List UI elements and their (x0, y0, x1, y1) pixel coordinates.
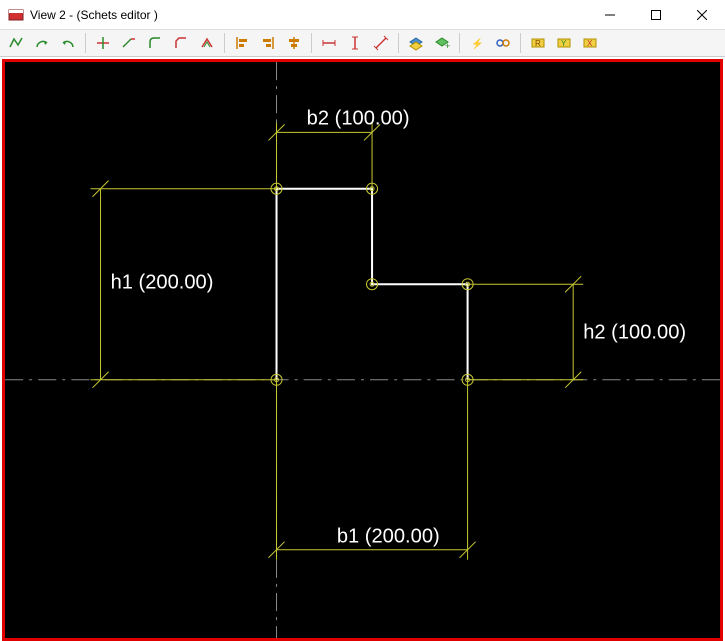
layer-add-icon[interactable]: + (430, 32, 454, 54)
param-link-icon[interactable] (491, 32, 515, 54)
offset-icon[interactable] (195, 32, 219, 54)
app-icon (8, 7, 24, 23)
toolbar: + ⚡ R Y X (0, 30, 725, 57)
align-left-icon[interactable] (230, 32, 254, 54)
sketch-canvas[interactable]: b2 (100.00) h1 (200.00) h2 (100.00) b1 (… (2, 59, 723, 641)
minimize-button[interactable] (587, 0, 633, 30)
toolbar-separator (311, 33, 312, 53)
param-icon[interactable]: ⚡ (465, 32, 489, 54)
dim-horizontal-icon[interactable] (317, 32, 341, 54)
toolbar-separator (398, 33, 399, 53)
window-title: View 2 - (Schets editor ) (30, 8, 587, 22)
dim-vertical-icon[interactable] (343, 32, 367, 54)
align-center-icon[interactable] (282, 32, 306, 54)
dimension-b2[interactable] (268, 122, 380, 188)
trim-icon[interactable] (91, 32, 115, 54)
maximize-button[interactable] (633, 0, 679, 30)
fillet-icon[interactable] (143, 32, 167, 54)
svg-text:R: R (535, 39, 541, 48)
tag-r-icon[interactable]: R (526, 32, 550, 54)
dimension-b1-label[interactable]: b1 (200.00) (337, 526, 440, 548)
align-right-icon[interactable] (256, 32, 280, 54)
svg-text:⚡: ⚡ (471, 37, 483, 50)
dim-aligned-icon[interactable] (369, 32, 393, 54)
extend-icon[interactable] (117, 32, 141, 54)
toolbar-separator (224, 33, 225, 53)
dimension-h2-label[interactable]: h2 (100.00) (583, 322, 686, 344)
dimension-b2-label[interactable]: b2 (100.00) (307, 107, 410, 129)
arc-cw-icon[interactable] (30, 32, 54, 54)
dimension-h1-label[interactable]: h1 (200.00) (111, 271, 214, 293)
polyline-icon[interactable] (4, 32, 28, 54)
svg-text:+: + (445, 41, 450, 51)
sketch-geometry[interactable] (277, 189, 468, 380)
tag-x-icon[interactable]: X (578, 32, 602, 54)
svg-text:Y: Y (561, 39, 567, 48)
toolbar-separator (520, 33, 521, 53)
dimension-h2[interactable] (468, 276, 584, 388)
chamfer-icon[interactable] (169, 32, 193, 54)
tag-y-icon[interactable]: Y (552, 32, 576, 54)
arc-ccw-icon[interactable] (56, 32, 80, 54)
sketch-svg[interactable]: b2 (100.00) h1 (200.00) h2 (100.00) b1 (… (5, 62, 720, 638)
layer-icon[interactable] (404, 32, 428, 54)
svg-text:X: X (587, 39, 593, 48)
toolbar-separator (85, 33, 86, 53)
title-bar: View 2 - (Schets editor ) (0, 0, 725, 30)
toolbar-separator (459, 33, 460, 53)
close-button[interactable] (679, 0, 725, 30)
